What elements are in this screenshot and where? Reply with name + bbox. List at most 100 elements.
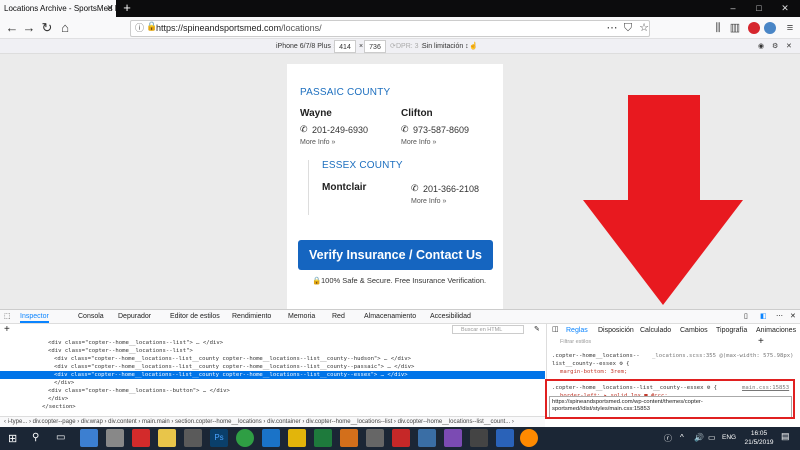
volume-icon[interactable]: 🔊 bbox=[694, 433, 704, 442]
layout-icon[interactable]: ◫ bbox=[552, 325, 559, 333]
tab-performance[interactable]: Rendimiento bbox=[232, 310, 271, 323]
bookmark-star-icon[interactable]: ☆ bbox=[636, 17, 652, 39]
close-devtools-icon[interactable]: ✕ bbox=[790, 310, 796, 323]
html-line[interactable]: <div class="copter--home__locations--lis… bbox=[48, 339, 543, 347]
phone-number[interactable]: 201-249-6930 bbox=[312, 125, 368, 135]
more-info-link[interactable]: More Info » bbox=[411, 198, 446, 205]
location-name[interactable]: Montclair bbox=[322, 182, 366, 193]
tab-memory[interactable]: Memoria bbox=[288, 310, 315, 323]
app-icon[interactable] bbox=[340, 429, 358, 447]
location-name[interactable]: Clifton bbox=[401, 108, 433, 119]
tab-layout[interactable]: Disposición bbox=[598, 324, 634, 337]
tray-arrow-icon[interactable]: ^ bbox=[680, 433, 684, 442]
more-icon[interactable]: ⋯ bbox=[776, 310, 783, 323]
rule-source[interactable]: _locations.scss:355 @(max-width: 575.98p… bbox=[652, 352, 794, 360]
people-icon[interactable]: ⓡ bbox=[664, 433, 672, 444]
location-name[interactable]: Wayne bbox=[300, 108, 332, 119]
settings-icon[interactable]: ⚙ bbox=[772, 40, 778, 53]
maximize-button[interactable]: □ bbox=[746, 0, 772, 17]
html-line[interactable]: </section> bbox=[42, 403, 543, 411]
dock-icon[interactable]: ▯ bbox=[744, 310, 748, 323]
tab-style-editor[interactable]: Editor de estilos bbox=[170, 310, 220, 323]
app-icon[interactable] bbox=[314, 429, 332, 447]
app-icon[interactable] bbox=[366, 429, 384, 447]
rule-selector[interactable]: list__county--essex ⚙ { bbox=[552, 360, 792, 368]
search-icon[interactable]: ⚲ bbox=[32, 432, 39, 443]
page-actions-icon[interactable]: ⋯ bbox=[604, 17, 620, 39]
height-input[interactable]: 736 bbox=[364, 40, 386, 53]
app-icon[interactable] bbox=[132, 429, 150, 447]
extension-icon[interactable] bbox=[748, 22, 760, 34]
app-icon[interactable] bbox=[184, 429, 202, 447]
close-rdm-icon[interactable]: ✕ bbox=[786, 40, 792, 53]
tab-storage[interactable]: Almacenamiento bbox=[364, 310, 416, 323]
phone-number[interactable]: 973-587-8609 bbox=[413, 125, 469, 135]
app-icon[interactable] bbox=[444, 429, 462, 447]
throttle-select[interactable]: Sin limitación ↕ bbox=[422, 40, 469, 53]
menu-icon[interactable]: ≡ bbox=[782, 17, 798, 39]
app-icon[interactable] bbox=[106, 429, 124, 447]
windows-start-icon[interactable]: ⊞ bbox=[8, 432, 17, 445]
close-window-button[interactable]: ✕ bbox=[772, 0, 798, 17]
reload-icon[interactable]: ↻ bbox=[38, 17, 56, 39]
html-search-input[interactable]: Buscar en HTML bbox=[452, 325, 524, 334]
html-line[interactable]: </div> bbox=[48, 395, 543, 403]
app-icon[interactable] bbox=[496, 429, 514, 447]
touch-icon[interactable]: ☝ bbox=[469, 40, 478, 53]
breadcrumb[interactable]: ‹ i-type... › div.copter--page › div.wra… bbox=[0, 416, 545, 427]
more-info-link[interactable]: More Info » bbox=[401, 139, 436, 146]
sidebar-icon[interactable]: ▥ bbox=[727, 17, 743, 39]
tab-debugger[interactable]: Depurador bbox=[118, 310, 151, 323]
rule-property[interactable]: margin-bottom: 3rem; bbox=[560, 368, 792, 376]
new-tab-icon[interactable]: + bbox=[120, 0, 134, 17]
eyedropper-icon[interactable]: ✎ bbox=[534, 325, 540, 333]
info-icon[interactable]: ⓘ bbox=[135, 21, 144, 34]
pick-element-icon[interactable]: ⬚ bbox=[4, 310, 11, 323]
html-line[interactable]: <div class="copter--home__locations--lis… bbox=[54, 355, 543, 363]
language-indicator[interactable]: ENG bbox=[722, 434, 736, 441]
browser-tab[interactable]: Locations Archive - SportsMed Phy bbox=[0, 0, 116, 17]
tab-inspector[interactable]: Inspector bbox=[20, 310, 49, 323]
tab-fonts[interactable]: Tipografía bbox=[716, 324, 747, 337]
battery-icon[interactable]: ▭ bbox=[708, 433, 716, 442]
html-line-selected[interactable]: <div class="copter--home__locations--lis… bbox=[0, 371, 545, 379]
notifications-icon[interactable]: ▤ bbox=[781, 431, 790, 442]
tab-accessibility[interactable]: Accesibilidad bbox=[430, 310, 471, 323]
minimize-button[interactable]: – bbox=[720, 0, 746, 17]
add-rule-icon[interactable]: + bbox=[758, 336, 764, 347]
tab-changes[interactable]: Cambios bbox=[680, 324, 708, 337]
html-line[interactable]: <div class="copter--home__locations--but… bbox=[48, 387, 543, 395]
pocket-icon[interactable]: ⛉ bbox=[620, 17, 636, 39]
close-tab-icon[interactable]: ✕ bbox=[104, 0, 116, 17]
photoshop-icon[interactable]: Ps bbox=[210, 429, 228, 447]
chrome-icon[interactable] bbox=[236, 429, 254, 447]
url-text[interactable]: https://spineandsportsmed.com/locations/ bbox=[156, 21, 322, 36]
filter-styles-input[interactable]: Filtrar estilos bbox=[552, 338, 752, 347]
library-icon[interactable]: ⫼ bbox=[710, 17, 726, 39]
dpr-select[interactable]: DPR: 3 ↕ bbox=[396, 40, 424, 53]
swap-icon[interactable]: × bbox=[359, 40, 363, 53]
extension-icon[interactable] bbox=[764, 22, 776, 34]
screenshot-icon[interactable]: ◉ bbox=[758, 40, 764, 53]
device-select[interactable]: iPhone 6/7/8 Plus ↕ bbox=[276, 40, 336, 53]
app-icon[interactable] bbox=[470, 429, 488, 447]
tab-computed[interactable]: Calculado bbox=[640, 324, 671, 337]
rule-selector[interactable]: .copter--home__locations-- bbox=[552, 352, 647, 360]
app-icon[interactable] bbox=[80, 429, 98, 447]
verify-insurance-button[interactable]: Verify Insurance / Contact Us bbox=[298, 240, 493, 270]
html-line[interactable]: </div> bbox=[54, 379, 543, 387]
rotate-icon[interactable]: ⟳ bbox=[390, 40, 396, 53]
html-line[interactable]: <div class="copter--home__locations--lis… bbox=[48, 347, 543, 355]
more-info-link[interactable]: More Info » bbox=[300, 139, 335, 146]
tab-rules[interactable]: Reglas bbox=[566, 324, 588, 337]
app-icon[interactable] bbox=[418, 429, 436, 447]
filezilla-icon[interactable] bbox=[392, 429, 410, 447]
edge-icon[interactable] bbox=[262, 429, 280, 447]
width-input[interactable]: 414 bbox=[334, 40, 356, 53]
tab-console[interactable]: Consola bbox=[78, 310, 104, 323]
home-icon[interactable]: ⌂ bbox=[56, 17, 74, 39]
firefox-icon[interactable] bbox=[520, 429, 538, 447]
add-node-icon[interactable]: + bbox=[4, 324, 10, 335]
file-explorer-icon[interactable] bbox=[158, 429, 176, 447]
back-icon[interactable]: ← bbox=[3, 17, 21, 39]
